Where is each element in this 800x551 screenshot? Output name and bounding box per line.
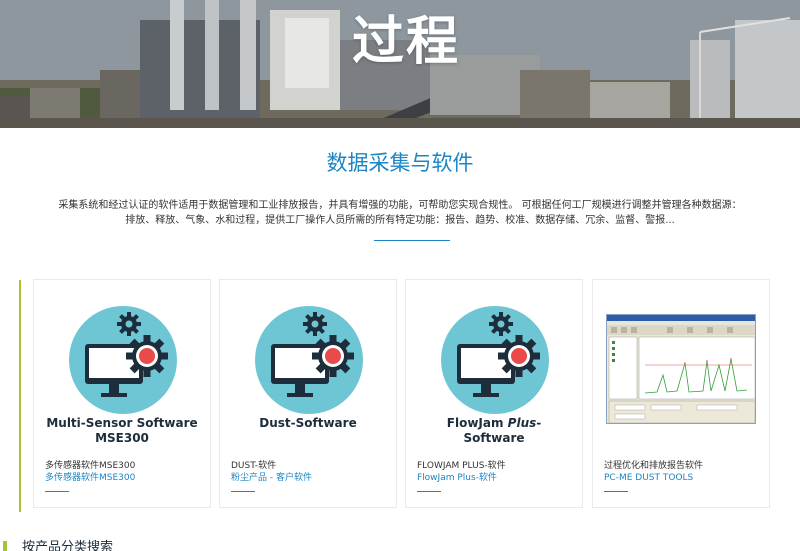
product-card-dust-software[interactable]: Dust-Software DUST-软件 粉尘产品 - 客户软件	[219, 279, 397, 508]
card-divider	[417, 491, 441, 492]
hero-banner: 过程	[0, 0, 800, 128]
heading-part-italic: Plus	[507, 416, 537, 430]
hero-title: 过程	[352, 12, 461, 72]
product-card-pc-me-dust-tools[interactable]: 过程优化和排放报告软件 PC-ME DUST TOOLS	[592, 279, 770, 508]
card-heading: Multi-Sensor Software MSE300	[34, 416, 210, 446]
card-heading-line-2: MSE300	[95, 431, 149, 445]
card-divider	[45, 491, 69, 492]
product-card-flowjam-plus[interactable]: FlowJam Plus- Software FLOWJAM PLUS-软件 F…	[405, 279, 583, 508]
section-intro: 采集系统和经过认证的软件适用于数据管理和工业排放报告，并具有增强的功能，可帮助您…	[40, 198, 760, 228]
product-card-multi-sensor[interactable]: Multi-Sensor Software MSE300 多传感器软件MSE30…	[33, 279, 211, 508]
card-link[interactable]: 多传感器软件MSE300	[45, 472, 135, 484]
card-subtitle: DUST-软件	[231, 461, 277, 471]
intro-line-1: 采集系统和经过认证的软件适用于数据管理和工业排放报告，并具有增强的功能，可帮助您…	[58, 200, 742, 211]
software-screenshot	[606, 314, 756, 424]
card-heading-line-1: FlowJam Plus-	[406, 416, 582, 431]
card-heading-line-1: Multi-Sensor Software	[46, 416, 198, 430]
monitor-gear-icon	[253, 304, 365, 416]
left-accent-bar	[19, 280, 21, 512]
category-search-title: 按产品分类搜索	[22, 540, 114, 551]
card-subtitle: 过程优化和排放报告软件	[604, 461, 704, 471]
card-subtitle: 多传感器软件MSE300	[45, 461, 136, 471]
section-title: 数据采集与软件	[326, 151, 474, 175]
intro-line-2: 排放、释放、气象、水和过程，提供工厂操作人员所需的所有特定功能：报告、趋势、校准…	[125, 215, 675, 226]
card-link[interactable]: FlowJam Plus-软件	[417, 472, 497, 484]
card-divider	[604, 491, 628, 492]
card-heading: FlowJam Plus- Software	[406, 416, 582, 446]
card-heading-line-1: Dust-Software	[259, 416, 357, 430]
card-divider	[231, 491, 255, 492]
heading-part: FlowJam	[446, 416, 508, 430]
card-link[interactable]: PC-ME DUST TOOLS	[604, 472, 693, 484]
card-heading: Dust-Software	[220, 416, 396, 431]
monitor-gear-icon	[439, 304, 551, 416]
heading-part: -	[536, 416, 542, 430]
card-link[interactable]: 粉尘产品 - 客户软件	[231, 472, 312, 484]
monitor-gear-icon	[67, 304, 179, 416]
card-heading-line-2: Software	[463, 431, 525, 445]
card-subtitle: FLOWJAM PLUS-软件	[417, 461, 506, 471]
intro-divider	[374, 240, 450, 241]
bottom-accent-bar	[3, 541, 7, 551]
